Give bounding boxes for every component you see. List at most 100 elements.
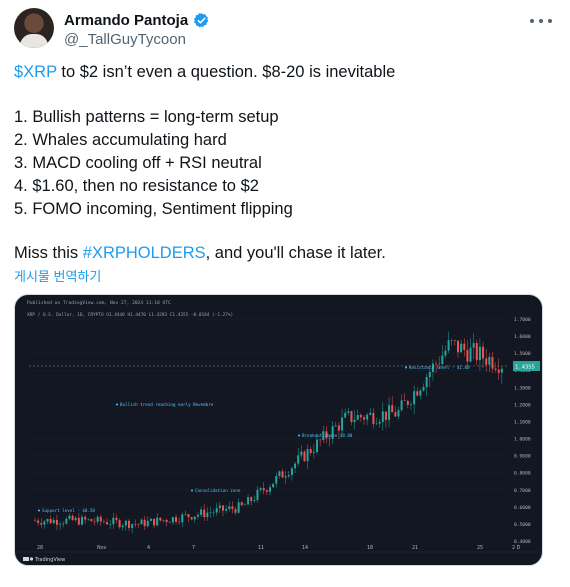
- y-tick-label: 1.0000: [514, 437, 531, 443]
- candle-body: [181, 514, 184, 523]
- tradingview-logo-icon: TradingView: [23, 557, 65, 563]
- candle-body: [156, 517, 159, 526]
- candle-body: [466, 349, 469, 362]
- candle-body: [359, 414, 362, 418]
- candle-body: [215, 508, 218, 513]
- candle-body: [203, 509, 206, 518]
- candle-body: [375, 423, 378, 425]
- candle-body: [200, 509, 203, 515]
- candle-body: [168, 521, 171, 523]
- candle-body: [410, 404, 412, 405]
- y-tick-label: 0.4000: [514, 539, 531, 545]
- price-tag: 1.4355: [515, 365, 535, 371]
- candle-body: [337, 425, 340, 431]
- y-tick-label: 1.5000: [514, 351, 531, 357]
- tweet-line-1: $XRP to $2 isn’t even a question. $8-20 …: [14, 63, 395, 82]
- cashtag-link[interactable]: $XRP: [14, 63, 57, 81]
- candle-body: [278, 471, 281, 476]
- candle-body: [275, 475, 278, 484]
- candle-body: [425, 377, 428, 388]
- chart-header: Published on TradingView.com, Nov 27, 20…: [27, 300, 171, 306]
- candle-body: [52, 519, 55, 524]
- candle-body: [388, 405, 391, 420]
- list-item: 2. Whales accumulating hard: [14, 131, 227, 149]
- translate-post-link[interactable]: 게시물 번역하기: [14, 266, 101, 285]
- tweet-card: Armando Pantoja @_TallGuyTycoon $XRP to …: [0, 0, 570, 587]
- candle-body: [49, 518, 52, 524]
- candle-body: [391, 405, 394, 413]
- closing-text-post: , and you'll chase it later.: [205, 244, 386, 262]
- candle-body: [240, 502, 243, 506]
- candle-body: [34, 520, 36, 522]
- candle-body: [102, 521, 105, 523]
- candle-body: [93, 521, 96, 522]
- candle-body: [500, 368, 503, 373]
- candle-body: [447, 340, 450, 351]
- candle-body: [269, 487, 271, 492]
- candle-body: [209, 512, 212, 514]
- candle-body: [65, 518, 68, 524]
- candle-body: [406, 400, 409, 405]
- hashtag-link[interactable]: #XRPHOLDERS: [83, 244, 206, 262]
- candles: [34, 331, 503, 534]
- x-tick-label: 28: [37, 545, 43, 551]
- candle-body: [55, 519, 58, 525]
- candle-body: [118, 520, 121, 528]
- candle-body: [457, 340, 459, 353]
- candle-body: [225, 508, 228, 511]
- closing-text-pre: Miss this: [14, 244, 83, 262]
- candle-body: [106, 522, 109, 525]
- candle-body: [413, 391, 416, 405]
- candle-body: [71, 515, 74, 521]
- candle-body: [206, 512, 209, 518]
- candle-body: [237, 502, 240, 513]
- candle-body: [196, 514, 199, 517]
- tweet-closing: Miss this #XRPHOLDERS, and you'll chase …: [14, 244, 386, 263]
- candle-body: [178, 521, 181, 523]
- candle-body: [397, 410, 400, 417]
- candle-body: [328, 438, 331, 439]
- avatar[interactable]: [14, 8, 54, 48]
- candle-body: [284, 476, 287, 478]
- candle-body: [294, 463, 297, 469]
- candle-body: [363, 417, 365, 420]
- more-options-icon[interactable]: [530, 12, 552, 30]
- candle-body: [312, 451, 315, 453]
- candle-body: [366, 414, 369, 420]
- candle-body: [300, 451, 303, 456]
- candle-body: [190, 517, 193, 520]
- candle-body: [128, 520, 130, 528]
- display-name[interactable]: Armando Pantoja: [64, 12, 188, 29]
- chart-image[interactable]: Published on TradingView.com, Nov 27, 20…: [14, 294, 543, 566]
- candle-body: [90, 519, 93, 522]
- candle-body: [115, 517, 118, 521]
- candle-body: [175, 517, 177, 522]
- candle-body: [297, 455, 300, 464]
- chart-symbol-line: XRP / U.S. Dollar, 1D, CRYPTO O1.4440 H1…: [27, 312, 233, 318]
- x-tick-label: 14: [302, 545, 308, 551]
- candle-body: [272, 483, 275, 488]
- candle-body: [472, 343, 475, 348]
- candle-body: [96, 516, 99, 522]
- candle-body: [441, 355, 444, 365]
- candle-body: [243, 504, 246, 506]
- candle-body: [290, 468, 293, 476]
- candle-body: [165, 519, 168, 522]
- candle-body: [253, 500, 256, 501]
- candle-body: [159, 517, 162, 521]
- list-item: 5. FOMO incoming, Sentiment flipping: [14, 200, 293, 218]
- y-tick-label: 1.6000: [514, 334, 531, 340]
- y-tick-label: 1.2000: [514, 402, 531, 408]
- candle-body: [316, 439, 318, 452]
- candle-body: [369, 412, 372, 415]
- candle-body: [140, 519, 143, 525]
- verified-badge-icon: [194, 13, 209, 28]
- author-handle[interactable]: @_TallGuyTycoon: [64, 31, 186, 48]
- candle-body: [259, 488, 262, 490]
- candle-body: [378, 421, 381, 424]
- candle-body: [184, 514, 187, 515]
- candle-body: [416, 391, 419, 396]
- candle-body: [87, 519, 90, 520]
- x-axis: 28 Nov 4 7 11 14 18 21 25 2 D: [15, 545, 542, 553]
- candle-body: [162, 519, 165, 521]
